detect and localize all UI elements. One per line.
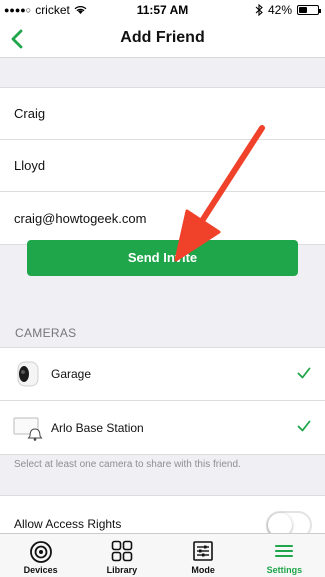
tab-devices[interactable]: Devices bbox=[0, 534, 81, 577]
camera-label: Arlo Base Station bbox=[51, 420, 144, 435]
camera-row-garage[interactable]: Garage bbox=[0, 348, 325, 401]
mode-icon bbox=[193, 541, 213, 561]
navigation-bar: Add Friend bbox=[0, 20, 325, 58]
cameras-section-header: CAMERAS bbox=[15, 326, 77, 340]
first-name-value: Craig bbox=[14, 106, 46, 121]
camera-row-base-station[interactable]: Arlo Base Station bbox=[0, 401, 325, 454]
email-field[interactable]: craig@howtogeek.com bbox=[0, 192, 325, 244]
devices-icon bbox=[29, 541, 52, 563]
bluetooth-icon bbox=[255, 4, 263, 16]
camera-icon bbox=[17, 361, 39, 387]
camera-label: Garage bbox=[51, 367, 92, 381]
battery-icon bbox=[297, 5, 321, 15]
tab-settings[interactable]: Settings bbox=[244, 534, 325, 577]
battery-level bbox=[299, 7, 308, 13]
friend-info-form: Craig Lloyd craig@howtogeek.com bbox=[0, 87, 325, 245]
battery-percent: 42% bbox=[267, 3, 292, 17]
base-station-icon bbox=[13, 417, 43, 441]
tab-mode[interactable]: Mode bbox=[163, 534, 244, 577]
status-right: 42% bbox=[255, 3, 321, 17]
checkmark-icon bbox=[297, 420, 311, 432]
last-name-value: Lloyd bbox=[14, 158, 46, 173]
send-invite-button[interactable]: Send Invite bbox=[27, 240, 298, 276]
page-title: Add Friend bbox=[120, 29, 205, 46]
library-icon bbox=[111, 540, 133, 562]
tab-bar: Devices Library Mode Settings bbox=[0, 533, 325, 577]
checkmark-icon bbox=[297, 367, 311, 379]
camera-hint-text: Select at least one camera to share with… bbox=[14, 459, 241, 470]
tab-label: Library bbox=[106, 565, 138, 575]
settings-icon bbox=[275, 545, 294, 557]
last-name-field[interactable]: Lloyd bbox=[0, 140, 325, 192]
tab-label: Settings bbox=[266, 565, 303, 575]
tab-library[interactable]: Library bbox=[81, 534, 162, 577]
tab-label: Devices bbox=[23, 565, 58, 575]
status-bar: ●●●●○ cricket 11:57 AM 42% bbox=[0, 0, 325, 20]
tab-label: Mode bbox=[191, 565, 215, 575]
camera-list: Garage Arlo Base Station bbox=[0, 347, 325, 455]
first-name-field[interactable]: Craig bbox=[0, 88, 325, 140]
access-rights-label: Allow Access Rights bbox=[14, 517, 122, 531]
email-value: craig@howtogeek.com bbox=[14, 210, 147, 226]
